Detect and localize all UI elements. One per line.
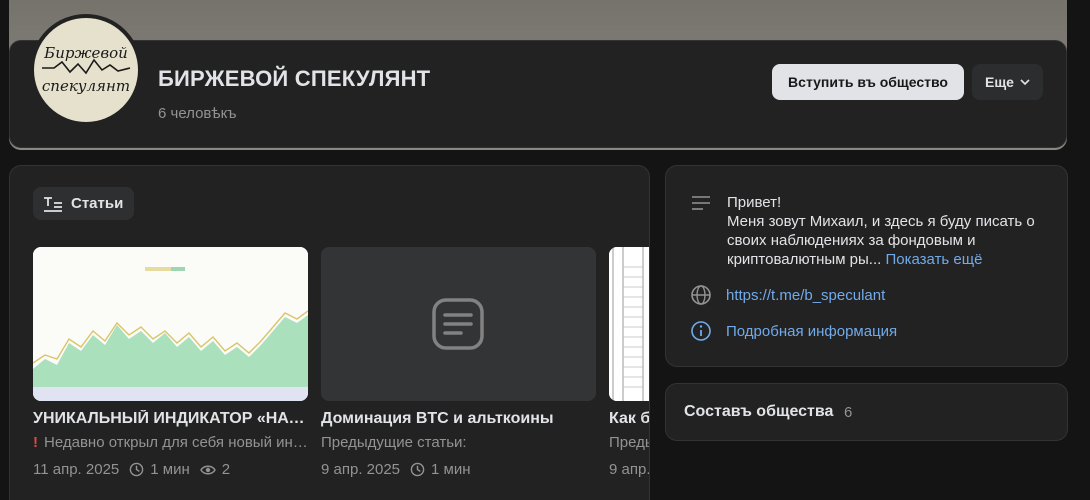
article-meta: 11 апр. 2025 1 мин 2 bbox=[33, 461, 308, 478]
article-description: Предыдущие статьи: bbox=[321, 434, 467, 451]
article-thumbnail bbox=[609, 247, 649, 401]
avatar[interactable]: Биржевой спекулянт bbox=[30, 14, 142, 126]
article-title: Как б bbox=[609, 410, 650, 427]
about-section: Привет! Меня зовут Михаил, и здесь я буд… bbox=[665, 165, 1068, 367]
article-date: 9 апр. 2025 bbox=[321, 461, 401, 478]
members-number: 6 bbox=[844, 404, 853, 421]
article-title: УНИКАЛЬНЫЙ ИНДИКАТОР «НАСТРОЕНИЕ РЫНКА» bbox=[33, 410, 308, 427]
more-button[interactable]: Еще bbox=[972, 64, 1043, 100]
article-description-text: Недавно открыл для себя новый индикатор bbox=[44, 434, 308, 451]
article-thumbnail bbox=[33, 247, 308, 401]
article-meta: 9 апр. 2025 1 мин bbox=[321, 461, 596, 478]
telegram-link-row[interactable]: https://t.me/b_speculant bbox=[690, 284, 885, 306]
article-card[interactable]: УНИКАЛЬНЫЙ ИНДИКАТОР «НАСТРОЕНИЕ РЫНКА» … bbox=[33, 247, 308, 478]
article-card[interactable]: Как б Преды 9 апр. bbox=[609, 247, 650, 478]
article-read-time: 1 мин bbox=[150, 461, 190, 478]
article-description: ! Недавно открыл для себя новый индикатор bbox=[33, 434, 308, 451]
clock-icon bbox=[410, 462, 425, 477]
article-placeholder-icon bbox=[432, 298, 484, 350]
members-title: Составъ общества bbox=[684, 403, 834, 420]
details-link[interactable]: Подробная информация bbox=[726, 323, 897, 340]
svg-text:Биржевой: Биржевой bbox=[43, 44, 128, 62]
article-meta: 9 апр. bbox=[609, 461, 650, 478]
articles-section: Статьи УНИКАЛЬНЫЙ ИНДИКАТОР «НАСТРОЕНИЕ … bbox=[9, 165, 650, 500]
svg-text:спекулянт: спекулянт bbox=[42, 77, 130, 95]
chevron-down-icon bbox=[1020, 79, 1030, 85]
article-card[interactable]: Доминация BTC и альткоины Предыдущие ста… bbox=[321, 247, 596, 478]
about-line: криптовалютным ры... bbox=[727, 251, 882, 268]
eye-icon bbox=[199, 465, 216, 474]
info-icon bbox=[691, 321, 711, 341]
article-thumbnail bbox=[321, 247, 596, 401]
page-title: БИРЖЕВОЙ СПЕКУЛЯНТ bbox=[158, 66, 431, 91]
members-count[interactable]: 6 человѣкъ bbox=[158, 105, 237, 122]
details-row[interactable]: Подробная информация bbox=[690, 320, 897, 342]
articles-list-icon bbox=[44, 196, 62, 212]
about-line-last: криптовалютным ры... Показать ещё bbox=[727, 250, 1057, 269]
members-section[interactable]: Составъ общества 6 bbox=[665, 383, 1068, 441]
clock-icon bbox=[129, 462, 144, 477]
article-title: Доминация BTC и альткоины bbox=[321, 410, 554, 427]
article-description: Преды bbox=[609, 434, 649, 451]
telegram-link[interactable]: https://t.me/b_speculant bbox=[726, 287, 885, 304]
exclamation-icon: ! bbox=[33, 434, 38, 451]
article-views: 2 bbox=[221, 461, 231, 478]
show-more-link[interactable]: Показать ещё bbox=[885, 251, 982, 268]
description-icon bbox=[692, 196, 710, 210]
about-line: своих наблюдениях за фондовым и bbox=[727, 232, 976, 249]
tab-articles-label: Статьи bbox=[71, 195, 124, 212]
article-read-time: 1 мин bbox=[431, 461, 471, 478]
article-date: 11 апр. 2025 bbox=[33, 461, 120, 478]
about-line: Привет! bbox=[727, 194, 782, 211]
about-description: Привет! Меня зовут Михаил, и здесь я буд… bbox=[727, 193, 1057, 269]
tab-articles[interactable]: Статьи bbox=[33, 187, 135, 220]
join-button[interactable]: Вступить въ общество bbox=[772, 64, 964, 100]
globe-icon bbox=[691, 285, 711, 305]
about-line: Меня зовут Михаил, и здесь я буду писать… bbox=[727, 213, 1035, 230]
more-label: Еще bbox=[985, 74, 1014, 90]
logo-image: Биржевой спекулянт bbox=[42, 44, 131, 95]
article-date: 9 апр. bbox=[609, 461, 650, 478]
